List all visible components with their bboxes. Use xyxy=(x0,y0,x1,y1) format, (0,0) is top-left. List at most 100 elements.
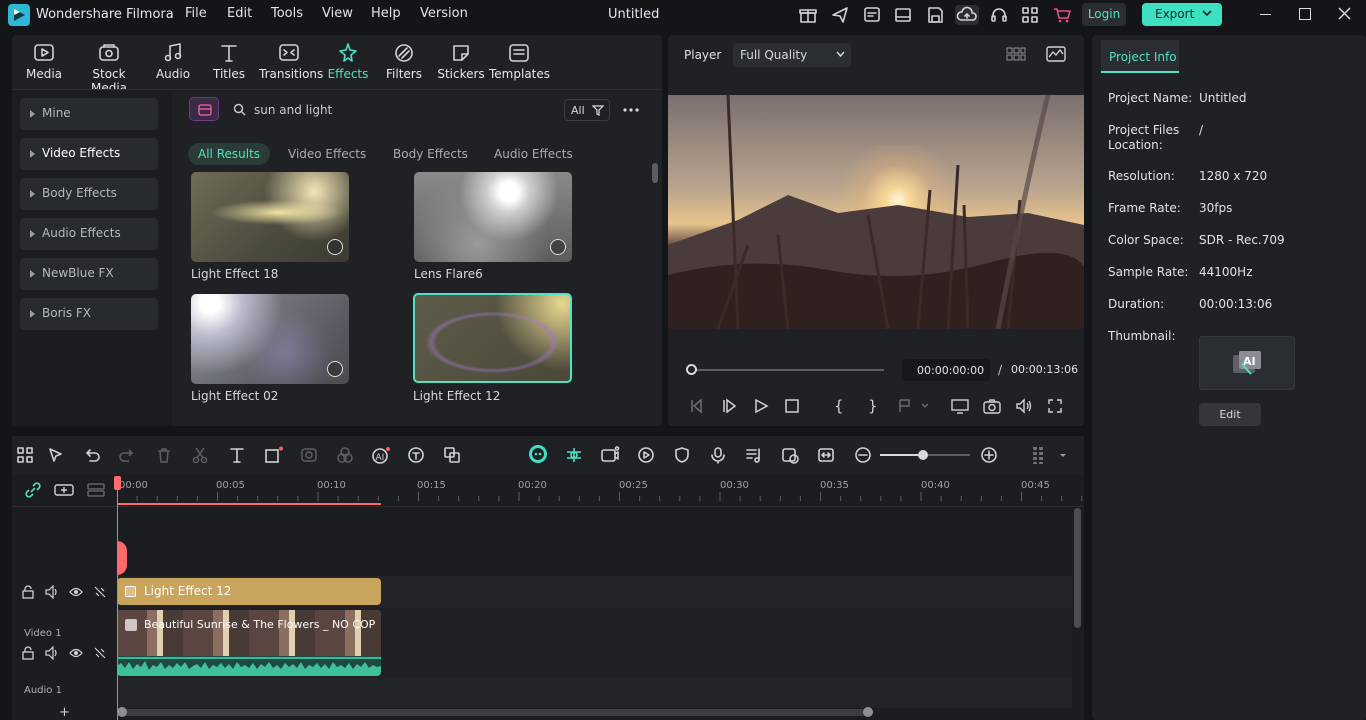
tool-filters[interactable]: Filters xyxy=(374,40,434,86)
gift-icon[interactable] xyxy=(798,5,818,25)
download-icon[interactable] xyxy=(550,239,566,255)
snapshot-icon[interactable] xyxy=(983,398,1001,414)
menu-view[interactable]: View xyxy=(322,6,353,21)
filter-dropdown[interactable]: All xyxy=(564,99,610,121)
previous-frame-icon[interactable] xyxy=(689,398,705,414)
shield-icon[interactable] xyxy=(673,446,691,464)
ai-assistant-icon[interactable] xyxy=(528,444,548,464)
delete-icon[interactable] xyxy=(155,446,173,464)
effect-clip[interactable]: Light Effect 12 xyxy=(117,578,381,605)
layout-grid-icon[interactable] xyxy=(16,446,34,464)
video-clip[interactable]: Beautiful Sunrise & The Flowers _ NO COP xyxy=(117,610,381,676)
play-icon[interactable] xyxy=(753,398,769,414)
feedback-icon[interactable] xyxy=(862,5,882,25)
add-track-plus-icon[interactable]: + xyxy=(59,705,70,720)
tab-video-effects[interactable]: Video Effects xyxy=(278,143,376,165)
timeline-vertical-scrollbar[interactable] xyxy=(1074,508,1081,628)
fit-timeline-icon[interactable] xyxy=(817,446,835,464)
close-icon[interactable] xyxy=(1338,7,1351,20)
marker-icon[interactable] xyxy=(897,398,931,414)
record-screen-icon[interactable] xyxy=(600,446,620,464)
playhead-handle[interactable] xyxy=(117,541,127,575)
effect-thumb-light-effect-12[interactable] xyxy=(413,293,572,383)
store-icon[interactable] xyxy=(189,97,219,121)
snap-icon[interactable] xyxy=(565,446,583,464)
speed-icon[interactable] xyxy=(637,446,655,464)
volume-icon[interactable] xyxy=(1015,398,1033,414)
minimize-icon[interactable] xyxy=(1260,14,1271,15)
sidebar-item-body-effects[interactable]: Body Effects xyxy=(20,178,158,210)
tool-titles[interactable]: Titles xyxy=(199,40,259,86)
cart-icon[interactable] xyxy=(1052,5,1072,25)
timeline-playhead-head[interactable] xyxy=(114,476,121,490)
tab-all-results[interactable]: All Results xyxy=(188,143,271,165)
zoom-slider-knob[interactable] xyxy=(918,450,928,460)
effect-thumb-light-effect-02[interactable] xyxy=(191,294,349,384)
hide-icon[interactable] xyxy=(93,585,107,599)
add-track-icon[interactable] xyxy=(54,482,74,498)
hide-icon[interactable] xyxy=(93,646,107,660)
send-icon[interactable] xyxy=(830,5,850,25)
effect-thumb-lens-flare6[interactable] xyxy=(414,172,572,262)
download-icon[interactable] xyxy=(327,361,343,377)
sidebar-item-audio-effects[interactable]: Audio Effects xyxy=(20,218,158,250)
ai-tool-icon[interactable]: AI xyxy=(372,446,390,464)
auto-reframe-icon[interactable] xyxy=(781,446,799,464)
effects-scrollbar[interactable] xyxy=(652,163,658,183)
speaker-icon[interactable] xyxy=(45,646,59,660)
undo-icon[interactable] xyxy=(83,446,101,464)
text-tool-icon[interactable] xyxy=(228,446,246,464)
color-match-icon[interactable] xyxy=(300,446,318,464)
current-timecode[interactable]: 00:00:00:00 xyxy=(902,359,990,381)
more-options-icon[interactable] xyxy=(623,108,639,112)
headset-icon[interactable] xyxy=(989,5,1009,25)
playback-progress-track[interactable] xyxy=(690,369,884,371)
h-scroll-right-knob[interactable] xyxy=(863,707,873,717)
tab-audio-effects[interactable]: Audio Effects xyxy=(484,143,583,165)
microphone-icon[interactable] xyxy=(709,446,727,464)
select-tool-icon[interactable] xyxy=(47,446,65,464)
speaker-icon[interactable] xyxy=(45,585,59,599)
h-scroll-left-knob[interactable] xyxy=(117,707,127,717)
audio-list-icon[interactable] xyxy=(745,446,763,464)
sidebar-item-video-effects[interactable]: Video Effects xyxy=(20,138,158,170)
eye-icon[interactable] xyxy=(69,647,83,659)
search-input[interactable]: sun and light xyxy=(254,103,554,117)
redo-icon[interactable] xyxy=(118,446,136,464)
menu-file[interactable]: File xyxy=(185,6,207,21)
mark-in-icon[interactable]: { xyxy=(834,397,844,415)
edit-thumbnail-button[interactable]: Edit xyxy=(1199,403,1261,426)
step-back-icon[interactable] xyxy=(721,398,737,414)
layout-icon[interactable] xyxy=(893,5,913,25)
quality-dropdown[interactable]: Full Quality xyxy=(733,43,851,67)
stop-icon[interactable] xyxy=(784,398,800,414)
tool-stock-media[interactable]: Stock Media xyxy=(73,40,145,95)
maximize-icon[interactable] xyxy=(1299,8,1311,20)
track-manager-icon[interactable] xyxy=(87,482,105,498)
scopes-icon[interactable] xyxy=(1046,46,1066,62)
fullscreen-icon[interactable] xyxy=(1047,398,1063,414)
zoom-out-icon[interactable] xyxy=(854,446,872,464)
video-preview[interactable] xyxy=(668,95,1084,329)
lock-icon[interactable] xyxy=(21,585,35,599)
blend-icon[interactable] xyxy=(336,446,354,464)
crop-icon[interactable] xyxy=(264,446,283,464)
export-dropdown-icon[interactable] xyxy=(1202,10,1212,18)
tool-audio[interactable]: Audio xyxy=(143,40,203,86)
download-icon[interactable] xyxy=(327,239,343,255)
playhead-knob[interactable] xyxy=(686,364,697,375)
speech-to-text-icon[interactable] xyxy=(407,446,425,464)
project-thumbnail[interactable]: AI xyxy=(1199,336,1295,390)
tool-stickers[interactable]: Stickers xyxy=(431,40,491,86)
track-layout-icon[interactable] xyxy=(1032,446,1066,464)
grid-view-icon[interactable] xyxy=(1006,47,1026,61)
tab-project-info[interactable]: Project Info xyxy=(1101,40,1179,73)
tool-transitions[interactable]: Transitions xyxy=(259,40,323,86)
display-icon[interactable] xyxy=(951,398,969,414)
tab-body-effects[interactable]: Body Effects xyxy=(383,143,478,165)
tool-effects[interactable]: Effects xyxy=(318,40,378,86)
apps-grid-icon[interactable] xyxy=(1020,5,1040,25)
tool-templates[interactable]: Templates xyxy=(489,40,550,86)
cloud-upload-icon[interactable] xyxy=(955,5,979,25)
sidebar-item-mine[interactable]: Mine xyxy=(20,98,158,130)
